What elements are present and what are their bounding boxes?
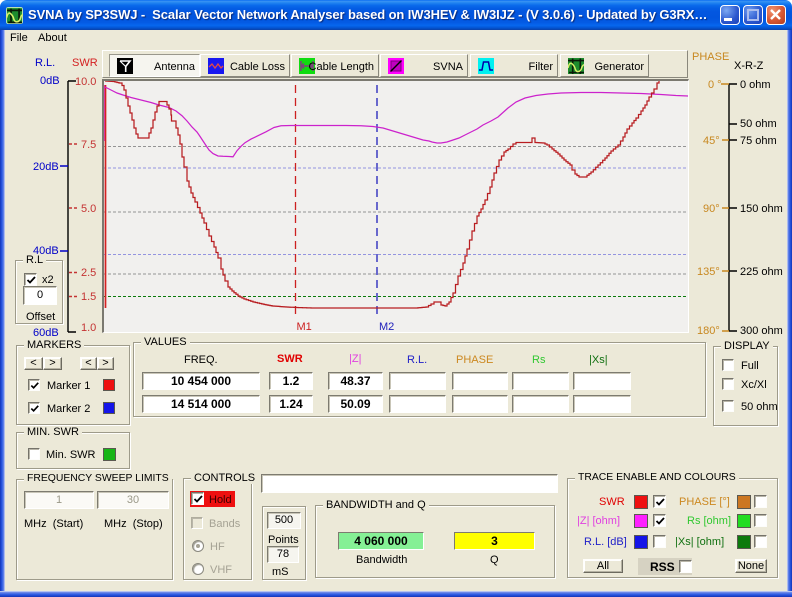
- svg-text:M1: M1: [297, 321, 312, 332]
- svg-text:M2: M2: [379, 321, 394, 332]
